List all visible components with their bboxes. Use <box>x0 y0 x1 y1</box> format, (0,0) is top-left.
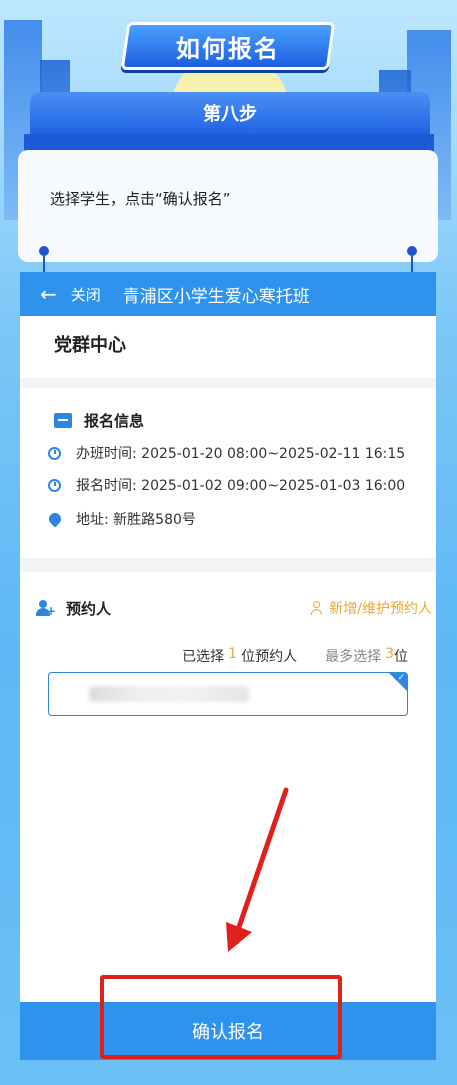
annotation-arrow <box>226 787 289 952</box>
highlight-box <box>100 975 342 1059</box>
arrow-shaft <box>235 787 289 933</box>
